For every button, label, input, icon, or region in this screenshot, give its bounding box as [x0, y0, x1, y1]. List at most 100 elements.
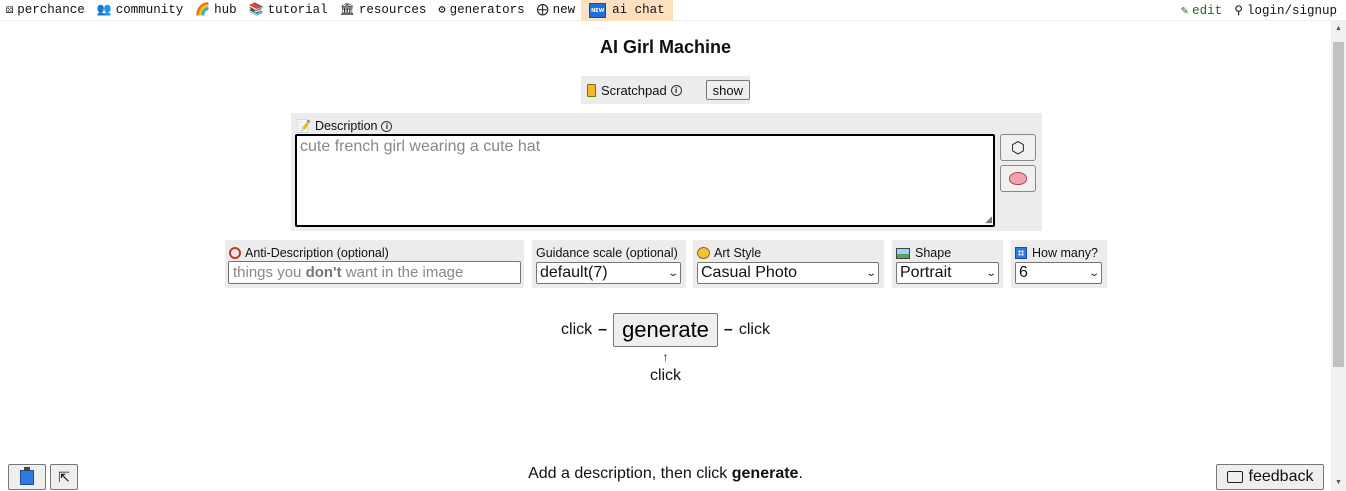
info-icon[interactable]: i [381, 120, 393, 132]
nav-label: new [552, 3, 576, 17]
picture-icon [896, 247, 910, 259]
anti-description-panel: Anti-Description (optional) things you d… [225, 240, 524, 288]
art-style-panel: Art Style Casual Photo ⌄ [693, 240, 884, 288]
brain-icon [1009, 172, 1027, 185]
description-label-row: 📝 Description i [296, 119, 393, 133]
how-many-select[interactable]: 6 ⌄ [1015, 262, 1102, 284]
feedback-button[interactable]: feedback [1216, 464, 1324, 490]
page-title: AI Girl Machine [599, 37, 732, 57]
notepad-icon [587, 83, 596, 97]
description-placeholder: cute french girl wearing a cute hat [300, 138, 541, 155]
status-suffix: . [798, 465, 803, 482]
status-prefix: Add a description, then click [528, 465, 728, 482]
how-many-label: How many? [1032, 246, 1098, 260]
art-style-select[interactable]: Casual Photo ⌄ [697, 262, 879, 284]
dice-icon: ⬡ [1011, 139, 1025, 157]
random-dice-button[interactable]: ⬡ [1000, 134, 1036, 161]
nav-perchance[interactable]: ⚄ perchance [0, 0, 91, 21]
scratchpad-label: Scratchpad [600, 82, 667, 98]
arrow-up-left-icon: ⇱ [58, 468, 70, 485]
nav-label: resources [358, 3, 427, 17]
grid-icon [1015, 247, 1027, 259]
clipboard-icon [20, 466, 34, 485]
nav-label: edit [1192, 3, 1223, 18]
resize-handle-icon[interactable]: ◢ [985, 215, 992, 224]
shape-value: Portrait [900, 264, 952, 281]
click-below-label: click [649, 367, 682, 384]
nav-resources[interactable]: 🏛 resources [334, 0, 433, 21]
art-style-value: Casual Photo [701, 264, 798, 281]
brain-button[interactable] [1000, 165, 1036, 192]
description-textarea[interactable]: cute french girl wearing a cute hat ◢ [295, 134, 995, 227]
pencil-icon: ✎ [1180, 3, 1189, 18]
scroll-up-icon[interactable]: ▲ [1331, 23, 1346, 35]
placeholder-bold: don't [305, 264, 342, 281]
placeholder-post: want in the image [345, 264, 464, 281]
people-icon: 👥 [96, 3, 112, 17]
generate-row: click – generate – click [0, 313, 1331, 347]
nav-new[interactable]: ⨁ new [531, 0, 582, 21]
chevron-down-icon: ⌄ [864, 267, 877, 279]
anti-description-label-row: Anti-Description (optional) [229, 246, 389, 260]
nav-hub[interactable]: 🌈 hub [189, 0, 242, 21]
anti-description-label: Anti-Description (optional) [245, 246, 389, 260]
rainbow-icon: 🌈 [195, 3, 211, 17]
feedback-label: feedback [1248, 468, 1314, 485]
description-label: Description [314, 119, 378, 133]
nav-generators[interactable]: ⚙ generators [432, 0, 530, 21]
guidance-value: default(7) [540, 264, 608, 281]
art-style-label-row: Art Style [697, 246, 761, 260]
scroll-thumb[interactable] [1333, 42, 1344, 367]
how-many-label-row: How many? [1015, 246, 1098, 260]
how-many-panel: How many? 6 ⌄ [1011, 240, 1107, 288]
shape-select[interactable]: Portrait ⌄ [896, 262, 999, 284]
books-icon: 📚 [248, 3, 264, 17]
shape-label-row: Shape [896, 246, 951, 260]
placeholder-pre: things you [233, 264, 302, 281]
nav-right: ✎ edit ⚲ login/signup [1175, 0, 1343, 21]
generate-button[interactable]: generate [613, 313, 718, 347]
nav-label: perchance [17, 3, 85, 17]
plus-circle-icon: ⨁ [536, 3, 549, 17]
how-many-value: 6 [1019, 264, 1028, 281]
building-icon: 🏛 [339, 3, 355, 17]
description-panel: 📝 Description i cute french girl wearing… [291, 113, 1042, 231]
info-icon[interactable]: i [670, 84, 682, 96]
new-badge-icon: NEW [589, 2, 607, 18]
chevron-down-icon: ⌄ [666, 267, 679, 279]
vertical-scrollbar[interactable]: ▲ ▼ [1331, 21, 1346, 491]
nav-tutorial[interactable]: 📚 tutorial [243, 0, 334, 21]
guidance-select[interactable]: default(7) ⌄ [536, 262, 681, 284]
speech-bubble-icon [1226, 471, 1243, 483]
status-bold: generate [731, 465, 799, 482]
nav-login[interactable]: ⚲ login/signup [1228, 0, 1343, 21]
shape-label: Shape [915, 246, 952, 260]
prohibited-icon [229, 247, 241, 259]
scratchpad-bar: Scratchpad i show [581, 76, 750, 104]
nav-community[interactable]: 👥 community [91, 0, 189, 21]
chevron-down-icon: ⌄ [984, 267, 997, 279]
scroll-down-icon[interactable]: ▼ [1331, 477, 1346, 489]
guidance-label: Guidance scale (optional) [536, 246, 678, 260]
nav-label: login/signup [1246, 3, 1337, 18]
chevron-down-icon: ⌄ [1087, 267, 1100, 279]
expand-button[interactable]: ⇱ [50, 464, 78, 490]
guidance-panel: Guidance scale (optional) default(7) ⌄ [532, 240, 686, 288]
nav-edit[interactable]: ✎ edit [1175, 0, 1228, 21]
clipboard-button[interactable] [8, 464, 46, 490]
click-left-label: click [561, 321, 593, 338]
arrow-up-icon: ↑ [662, 350, 669, 364]
nav-label: tutorial [267, 3, 328, 17]
nav-label: ai chat [612, 3, 665, 17]
art-style-label: Art Style [714, 246, 762, 260]
nav-label: community [115, 3, 184, 17]
nav-ai-chat[interactable]: NEW ai chat [581, 0, 673, 21]
arrow-right-icon: – [598, 321, 608, 338]
key-icon: ⚲ [1234, 3, 1243, 18]
memo-icon: 📝 [296, 119, 311, 133]
status-message: Add a description, then click generate. [0, 465, 1331, 483]
anti-description-input[interactable]: things you don't want in the image [228, 261, 521, 284]
click-right-label: click [738, 321, 770, 338]
top-nav: ⚄ perchance 👥 community 🌈 hub 📚 tutorial… [0, 0, 1346, 21]
scratchpad-show-button[interactable]: show [705, 80, 750, 100]
